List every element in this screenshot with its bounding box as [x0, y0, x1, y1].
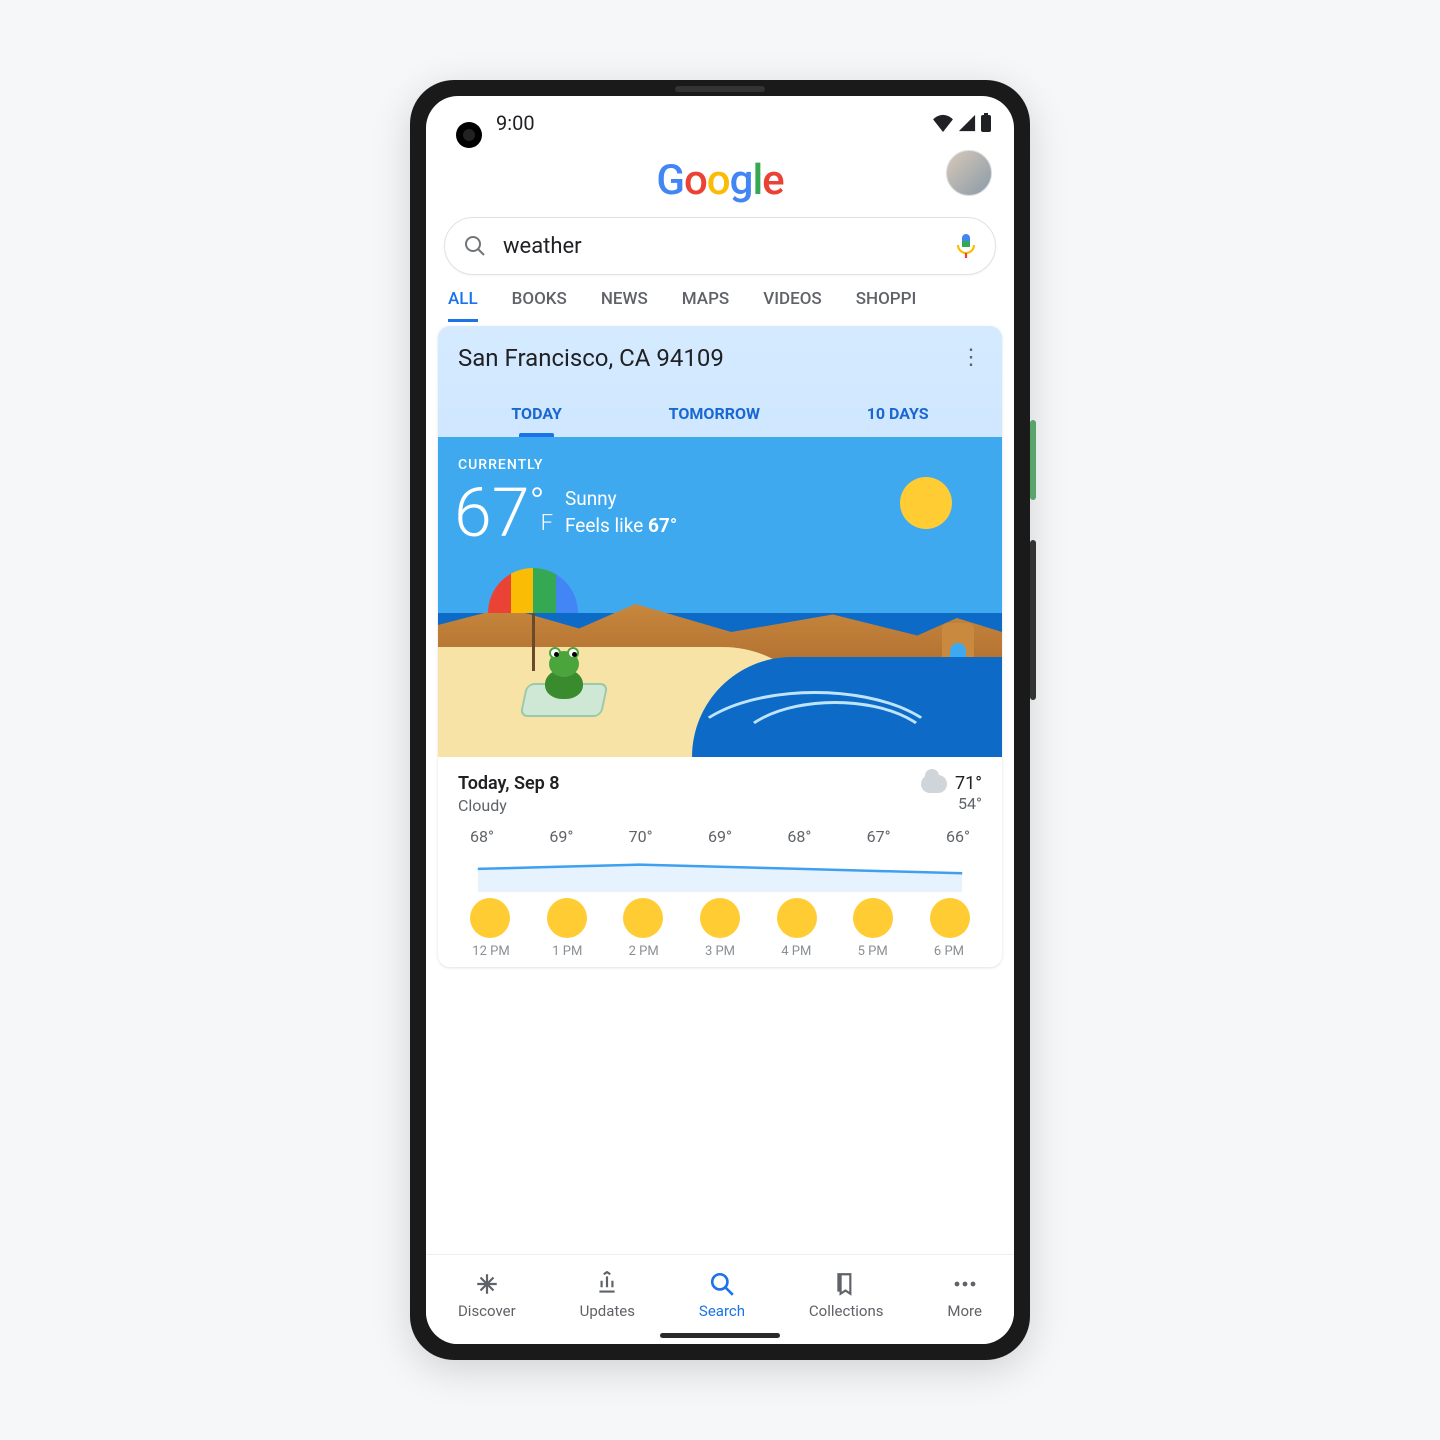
- sun-icon: [700, 898, 740, 938]
- status-bar: 9:00: [426, 96, 1014, 150]
- frog-mascot: [523, 683, 605, 717]
- today-date: Today, Sep 8: [458, 773, 560, 794]
- bookmark-icon: [832, 1270, 860, 1298]
- tab-all[interactable]: ALL: [448, 289, 478, 322]
- search-tabs: ALL BOOKS NEWS MAPS VIDEOS SHOPPI: [426, 275, 1014, 322]
- content-scroll[interactable]: San Francisco, CA 94109 ⋮ TODAY TOMORROW…: [426, 322, 1014, 1254]
- hourly-icons: [452, 892, 988, 938]
- search-bar[interactable]: weather: [444, 217, 996, 275]
- home-indicator[interactable]: [660, 1333, 780, 1338]
- sun-icon: [470, 898, 510, 938]
- battery-icon: [980, 113, 992, 133]
- sun-icon: [930, 898, 970, 938]
- today-summary: Today, Sep 8 Cloudy 71° 54°: [438, 757, 1002, 819]
- sparkle-icon: [473, 1270, 501, 1298]
- more-icon: [951, 1270, 979, 1298]
- nav-updates[interactable]: Updates: [580, 1270, 635, 1320]
- updates-icon: [593, 1270, 621, 1298]
- overflow-menu-icon[interactable]: ⋮: [960, 354, 982, 363]
- tab-maps[interactable]: MAPS: [682, 289, 729, 322]
- today-low: 54°: [955, 794, 982, 813]
- power-button: [1030, 420, 1036, 500]
- tab-books[interactable]: BOOKS: [512, 289, 567, 322]
- volume-button: [1030, 540, 1036, 700]
- currently-label: CURRENTLY: [458, 457, 543, 473]
- search-icon: [463, 234, 487, 258]
- sun-icon: [900, 477, 952, 529]
- today-condition: Cloudy: [458, 796, 560, 815]
- search-icon: [708, 1270, 736, 1298]
- sun-icon: [547, 898, 587, 938]
- today-high: 71°: [955, 773, 982, 794]
- app-header: Google: [426, 150, 1014, 217]
- nav-search[interactable]: Search: [699, 1270, 745, 1320]
- tab-shopping[interactable]: SHOPPI: [856, 289, 917, 322]
- hourly-temps: 68° 69° 70° 69° 68° 67° 66°: [452, 827, 988, 846]
- weather-tabs: TODAY TOMORROW 10 DAYS: [458, 394, 982, 437]
- camera-hole: [456, 122, 482, 148]
- nav-discover[interactable]: Discover: [458, 1270, 516, 1320]
- status-time: 9:00: [496, 111, 535, 135]
- current-temp-row: 67°F Sunny Feels like 67°: [454, 473, 677, 553]
- weather-illustration: [438, 587, 1002, 757]
- weather-location: San Francisco, CA 94109: [458, 344, 724, 372]
- cloud-icon: [921, 775, 947, 793]
- mic-icon[interactable]: [955, 233, 977, 259]
- hourly-sparkline: [452, 848, 988, 892]
- wifi-icon: [932, 114, 954, 132]
- search-input[interactable]: weather: [503, 234, 939, 259]
- signal-icon: [958, 114, 976, 132]
- google-logo: Google: [656, 156, 783, 205]
- phone-frame: 9:00 Google weather: [410, 80, 1030, 1360]
- weather-card: San Francisco, CA 94109 ⋮ TODAY TOMORROW…: [438, 326, 1002, 967]
- current-condition: Sunny Feels like 67°: [565, 486, 677, 539]
- weather-card-header: San Francisco, CA 94109 ⋮ TODAY TOMORROW…: [438, 326, 1002, 437]
- current-temp: 67°F: [454, 473, 553, 553]
- weather-tab-10days[interactable]: 10 DAYS: [863, 394, 933, 437]
- tab-news[interactable]: NEWS: [601, 289, 648, 322]
- sun-icon: [623, 898, 663, 938]
- hourly-times: 12 PM 1 PM 2 PM 3 PM 4 PM 5 PM 6 PM: [452, 938, 988, 959]
- screen: 9:00 Google weather: [426, 96, 1014, 1344]
- nav-collections[interactable]: Collections: [809, 1270, 884, 1320]
- weather-tab-tomorrow[interactable]: TOMORROW: [665, 394, 764, 437]
- hourly-chart: 68° 69° 70° 69° 68° 67° 66°: [438, 819, 1002, 967]
- bottom-nav: Discover Updates Search Collections: [426, 1254, 1014, 1344]
- sun-icon: [853, 898, 893, 938]
- nav-more[interactable]: More: [947, 1270, 982, 1320]
- weather-hero: CURRENTLY 67°F Sunny Feels like 67°: [438, 437, 1002, 757]
- tab-videos[interactable]: VIDEOS: [763, 289, 822, 322]
- weather-tab-today[interactable]: TODAY: [507, 394, 566, 437]
- sun-icon: [777, 898, 817, 938]
- avatar[interactable]: [946, 150, 992, 196]
- status-icons: [932, 113, 992, 133]
- phone-speaker: [675, 86, 765, 92]
